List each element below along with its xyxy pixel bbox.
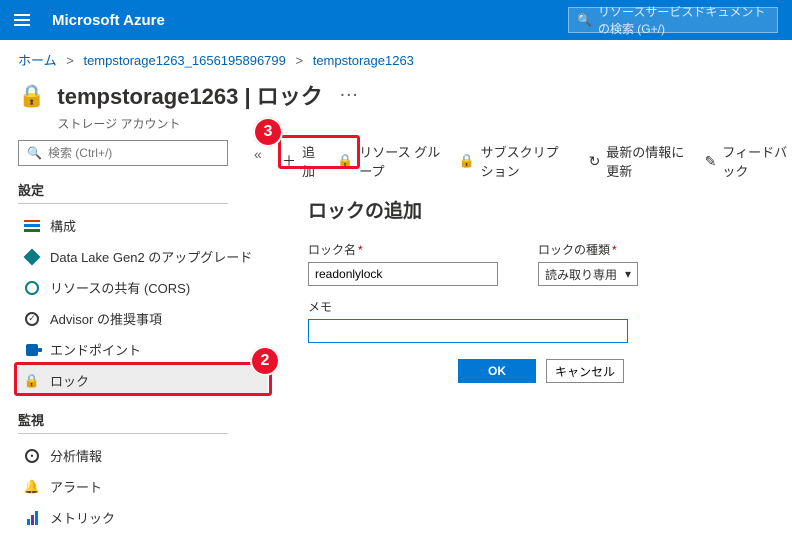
configuration-icon xyxy=(24,218,40,234)
sidebar-item-label: エンドポイント xyxy=(50,340,141,359)
sidebar-item-configuration[interactable]: 構成 xyxy=(18,210,268,241)
sidebar-item-dlg2[interactable]: Data Lake Gen2 のアップグレード xyxy=(18,241,268,272)
sidebar-item-label: アラート xyxy=(50,477,102,496)
lock-name-input[interactable] xyxy=(308,262,498,286)
lock-type-value: 読み取り専用 xyxy=(545,266,617,283)
subscription-button[interactable]: 🔒 サブスクリプション xyxy=(458,142,570,180)
lock-type-select[interactable]: 読み取り専用 ▾ xyxy=(538,262,638,286)
add-lock-panel: ロックの追加 ロック名* ロックの種類* 読み取り専用 ▾ メモ xyxy=(298,184,792,383)
bell-icon: 🔔 xyxy=(24,479,40,495)
sidebar-section-settings: 設定 xyxy=(18,180,248,199)
search-icon: 🔍 xyxy=(27,146,42,160)
refresh-icon: ↻ xyxy=(589,153,601,170)
sidebar-section-monitor: 監視 xyxy=(18,410,248,429)
endpoint-icon xyxy=(24,342,40,358)
panel-title: ロックの追加 xyxy=(308,196,782,223)
ok-button[interactable]: OK xyxy=(458,359,536,383)
insights-icon: • xyxy=(24,448,40,464)
memo-field: メモ xyxy=(308,298,782,343)
memo-input[interactable] xyxy=(308,319,628,343)
global-search[interactable]: 🔍 リソースサービスドキュメントの検索 (G+/) xyxy=(568,7,778,33)
lock-type-label: ロックの種類* xyxy=(538,241,638,258)
sidebar-item-label: Advisor の推奨事項 xyxy=(50,309,162,328)
add-button[interactable]: ＋ 追加 xyxy=(282,142,319,180)
breadcrumb: ホーム > tempstorage1263_1656195896799 > te… xyxy=(0,40,792,73)
sidebar-search-input[interactable] xyxy=(48,146,219,160)
divider xyxy=(18,203,228,204)
content-area: « ＋ 追加 🔒 リソース グループ 🔒 サブスクリプション ↻ 最新の情報に更… xyxy=(248,140,792,533)
sidebar-item-endpoint[interactable]: エンドポイント xyxy=(18,334,268,365)
sidebar-item-label: 構成 xyxy=(50,216,76,235)
page-subtitle: ストレージ アカウント xyxy=(57,115,322,132)
top-bar: Microsoft Azure 🔍 リソースサービスドキュメントの検索 (G+/… xyxy=(0,0,792,40)
breadcrumb-rg[interactable]: tempstorage1263_1656195896799 xyxy=(83,53,285,68)
sidebar-item-locks[interactable]: 🔒 ロック xyxy=(18,365,268,396)
upgrade-icon xyxy=(24,249,40,265)
sidebar-item-metrics[interactable]: メトリック xyxy=(18,502,268,533)
chevron-right-icon: > xyxy=(296,53,304,68)
sidebar-item-label: 分析情報 xyxy=(50,446,102,465)
metrics-icon xyxy=(24,510,40,526)
sidebar-item-label: メトリック xyxy=(50,508,115,527)
refresh-label: 最新の情報に更新 xyxy=(606,142,686,180)
sidebar: 🔍 設定 構成 Data Lake Gen2 のアップグレード リソースの共有 … xyxy=(18,140,248,533)
lock-type-field: ロックの種類* 読み取り専用 ▾ xyxy=(538,241,638,286)
sidebar-item-insights[interactable]: • 分析情報 xyxy=(18,440,268,471)
chevron-down-icon: ▾ xyxy=(625,267,631,281)
rg-label: リソース グループ xyxy=(359,142,440,180)
plus-icon: ＋ xyxy=(282,151,296,171)
brand-label: Microsoft Azure xyxy=(52,12,165,29)
lock-icon: 🔒 xyxy=(24,373,40,389)
page-title: tempstorage1263 | ロック xyxy=(57,79,322,111)
search-icon: 🔍 xyxy=(577,13,592,27)
lock-icon: 🔒 xyxy=(337,153,353,169)
more-actions-icon[interactable]: … xyxy=(339,79,359,102)
memo-label: メモ xyxy=(308,298,782,315)
breadcrumb-home[interactable]: ホーム xyxy=(18,53,57,68)
global-search-placeholder: リソースサービスドキュメントの検索 (G+/) xyxy=(598,3,769,37)
cancel-button[interactable]: キャンセル xyxy=(546,359,624,383)
lock-name-label: ロック名* xyxy=(308,241,498,258)
breadcrumb-resource[interactable]: tempstorage1263 xyxy=(313,53,414,68)
advisor-icon: ✓ xyxy=(24,311,40,327)
command-bar: ＋ 追加 🔒 リソース グループ 🔒 サブスクリプション ↻ 最新の情報に更新 … xyxy=(254,140,792,180)
page-header: 🔒 tempstorage1263 | ロック ストレージ アカウント … xyxy=(0,73,792,132)
lock-icon: 🔒 xyxy=(458,153,474,169)
feedback-label: フィードバック xyxy=(722,142,792,180)
lock-icon: 🔒 xyxy=(18,83,45,109)
resource-group-button[interactable]: 🔒 リソース グループ xyxy=(337,142,440,180)
add-label: 追加 xyxy=(302,142,319,180)
hamburger-menu-icon[interactable] xyxy=(14,14,30,26)
collapse-sidebar-icon[interactable]: « xyxy=(254,146,262,162)
divider xyxy=(18,433,228,434)
sidebar-item-alerts[interactable]: 🔔 アラート xyxy=(18,471,268,502)
sidebar-search[interactable]: 🔍 xyxy=(18,140,228,166)
refresh-button[interactable]: ↻ 最新の情報に更新 xyxy=(589,142,687,180)
globe-icon xyxy=(24,280,40,296)
chevron-right-icon: > xyxy=(66,53,74,68)
feedback-button[interactable]: ✎ フィードバック xyxy=(705,142,792,180)
sidebar-item-advisor[interactable]: ✓ Advisor の推奨事項 xyxy=(18,303,268,334)
sidebar-item-cors[interactable]: リソースの共有 (CORS) xyxy=(18,272,268,303)
lock-name-field: ロック名* xyxy=(308,241,498,286)
feedback-icon: ✎ xyxy=(705,153,717,170)
sidebar-item-label: Data Lake Gen2 のアップグレード xyxy=(50,247,252,266)
sidebar-item-label: リソースの共有 (CORS) xyxy=(50,278,190,297)
sidebar-item-label: ロック xyxy=(50,371,89,390)
sub-label: サブスクリプション xyxy=(481,142,571,180)
